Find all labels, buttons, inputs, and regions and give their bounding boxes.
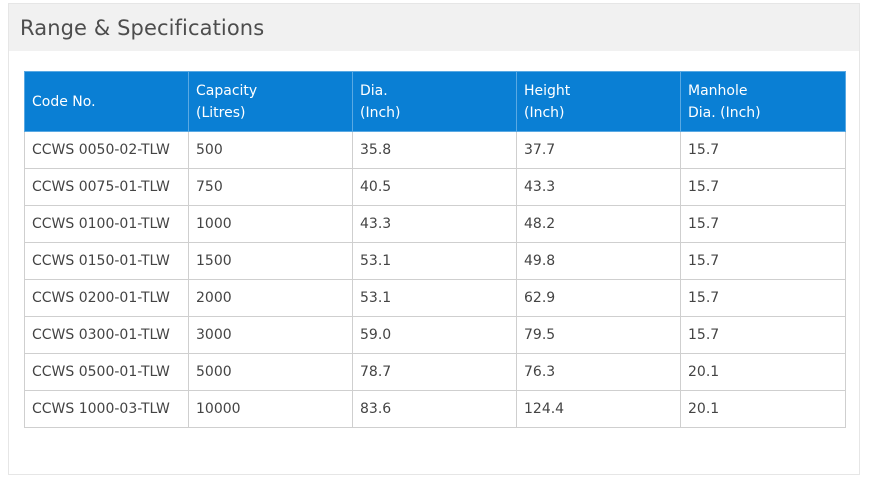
cell-code-no: CCWS 0075-01-TLW xyxy=(24,168,189,206)
header-line: (Inch) xyxy=(524,104,565,121)
cell-dia: 35.8 xyxy=(352,131,517,169)
table-row: CCWS 0050-02-TLW 500 35.8 37.7 15.7 xyxy=(24,131,846,169)
cell-code-no: CCWS 0300-01-TLW xyxy=(24,316,189,354)
header-line: Dia. xyxy=(360,82,388,99)
cell-code-no: CCWS 0150-01-TLW xyxy=(24,242,189,280)
cell-dia: 83.6 xyxy=(352,390,517,428)
header-dia: Dia. (Inch) xyxy=(352,71,517,132)
panel-header: Range & Specifications xyxy=(9,4,859,51)
cell-manhole-dia: 15.7 xyxy=(680,168,846,206)
cell-dia: 43.3 xyxy=(352,205,517,243)
cell-manhole-dia: 15.7 xyxy=(680,205,846,243)
cell-code-no: CCWS 0500-01-TLW xyxy=(24,353,189,391)
table-row: CCWS 0075-01-TLW 750 40.5 43.3 15.7 xyxy=(24,168,846,206)
table-row: CCWS 0200-01-TLW 2000 53.1 62.9 15.7 xyxy=(24,279,846,317)
cell-dia: 53.1 xyxy=(352,279,517,317)
cell-manhole-dia: 15.7 xyxy=(680,242,846,280)
cell-height: 76.3 xyxy=(516,353,681,391)
cell-capacity: 10000 xyxy=(188,390,353,428)
cell-manhole-dia: 20.1 xyxy=(680,353,846,391)
cell-dia: 53.1 xyxy=(352,242,517,280)
cell-manhole-dia: 15.7 xyxy=(680,316,846,354)
header-line: Height xyxy=(524,82,571,99)
cell-capacity: 3000 xyxy=(188,316,353,354)
header-manhole-dia: Manhole Dia. (Inch) xyxy=(680,71,846,132)
cell-code-no: CCWS 0200-01-TLW xyxy=(24,279,189,317)
header-capacity: Capacity (Litres) xyxy=(188,71,353,132)
table-row: CCWS 0100-01-TLW 1000 43.3 48.2 15.7 xyxy=(24,205,846,243)
cell-capacity: 1500 xyxy=(188,242,353,280)
cell-capacity: 2000 xyxy=(188,279,353,317)
cell-manhole-dia: 15.7 xyxy=(680,279,846,317)
header-code-no: Code No. xyxy=(24,71,189,132)
table-row: CCWS 1000-03-TLW 10000 83.6 124.4 20.1 xyxy=(24,390,846,428)
header-line: (Inch) xyxy=(360,104,401,121)
specifications-panel: Range & Specifications Code No. Capacity… xyxy=(8,3,860,475)
cell-code-no: CCWS 0100-01-TLW xyxy=(24,205,189,243)
cell-dia: 40.5 xyxy=(352,168,517,206)
header-line: Code No. xyxy=(32,93,96,110)
header-line: Capacity xyxy=(196,82,258,99)
cell-manhole-dia: 15.7 xyxy=(680,131,846,169)
cell-height: 79.5 xyxy=(516,316,681,354)
cell-capacity: 750 xyxy=(188,168,353,206)
section-title: Range & Specifications xyxy=(20,15,265,40)
cell-code-no: CCWS 0050-02-TLW xyxy=(24,131,189,169)
cell-dia: 59.0 xyxy=(352,316,517,354)
table-row: CCWS 0150-01-TLW 1500 53.1 49.8 15.7 xyxy=(24,242,846,280)
cell-capacity: 500 xyxy=(188,131,353,169)
table-header-row: Code No. Capacity (Litres) Dia. (Inch) H… xyxy=(24,71,846,132)
cell-height: 49.8 xyxy=(516,242,681,280)
cell-code-no: CCWS 1000-03-TLW xyxy=(24,390,189,428)
header-line: Manhole xyxy=(688,82,748,99)
cell-dia: 78.7 xyxy=(352,353,517,391)
header-line: (Litres) xyxy=(196,104,246,121)
cell-height: 124.4 xyxy=(516,390,681,428)
cell-height: 48.2 xyxy=(516,205,681,243)
cell-capacity: 1000 xyxy=(188,205,353,243)
cell-manhole-dia: 20.1 xyxy=(680,390,846,428)
specifications-table: Code No. Capacity (Litres) Dia. (Inch) H… xyxy=(24,71,846,428)
cell-height: 62.9 xyxy=(516,279,681,317)
header-line: Dia. (Inch) xyxy=(688,104,761,121)
header-height: Height (Inch) xyxy=(516,71,681,132)
table-row: CCWS 0500-01-TLW 5000 78.7 76.3 20.1 xyxy=(24,353,846,391)
cell-height: 43.3 xyxy=(516,168,681,206)
table-row: CCWS 0300-01-TLW 3000 59.0 79.5 15.7 xyxy=(24,316,846,354)
cell-capacity: 5000 xyxy=(188,353,353,391)
cell-height: 37.7 xyxy=(516,131,681,169)
